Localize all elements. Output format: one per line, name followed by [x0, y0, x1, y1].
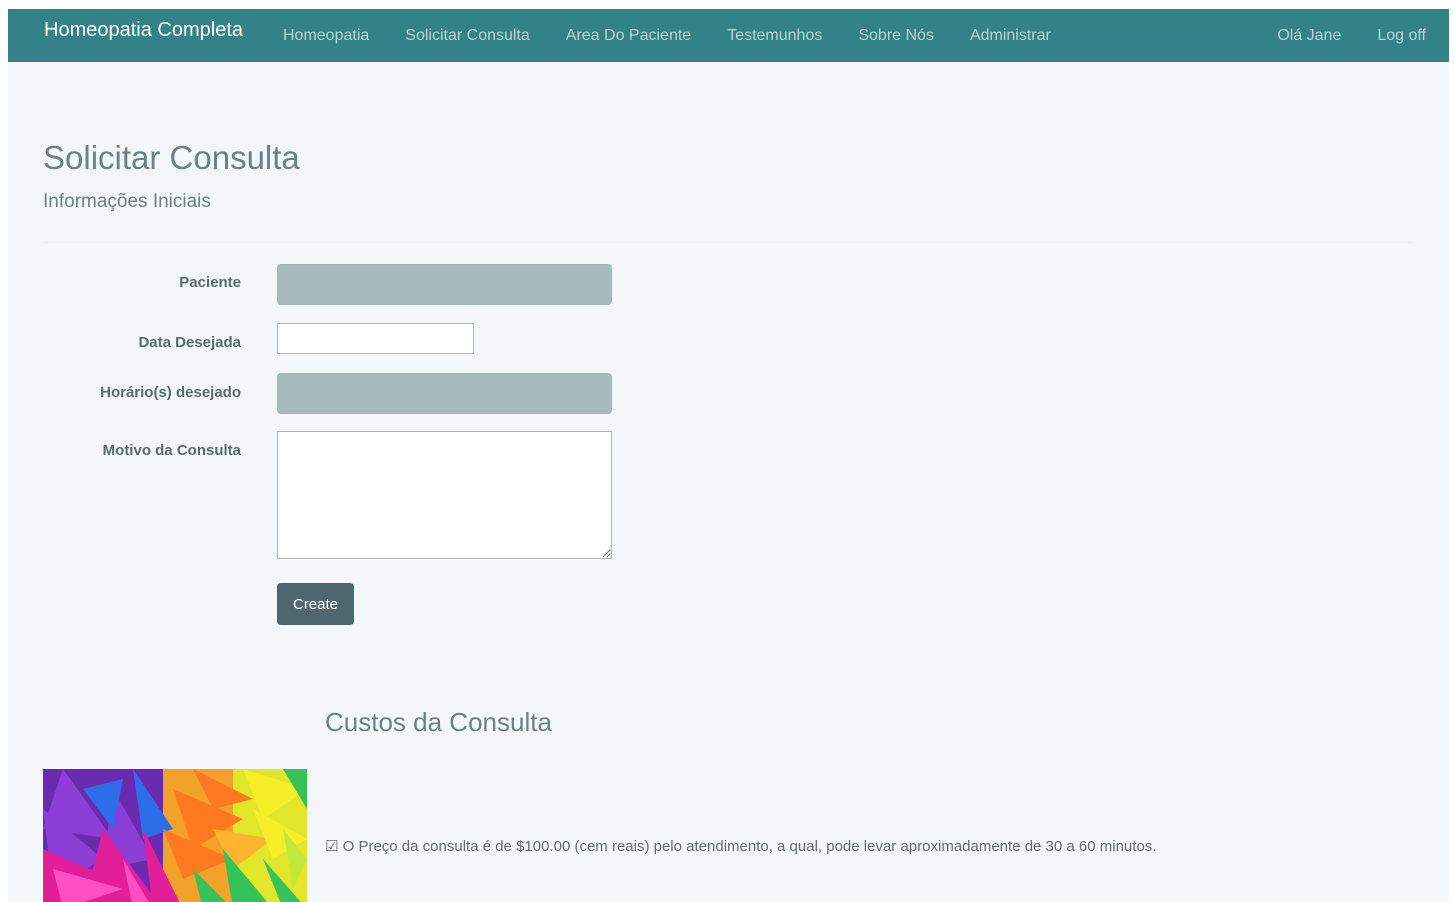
nav-link-sobre-nos[interactable]: Sobre Nós — [858, 27, 934, 44]
flowers-image — [43, 769, 307, 902]
data-desejada-label: Data Desejada — [138, 334, 241, 351]
paciente-label: Paciente — [179, 274, 241, 291]
section-divider — [43, 242, 1413, 243]
page-title: Solicitar Consulta — [43, 139, 300, 176]
motivo-label: Motivo da Consulta — [102, 442, 241, 459]
user-greeting-link[interactable]: Olá Jane — [1277, 27, 1341, 45]
nav-link-solicitar-consulta[interactable]: Solicitar Consulta — [405, 27, 530, 44]
horario-label: Horário(s) desejado — [100, 384, 241, 401]
motivo-textarea[interactable] — [277, 431, 612, 559]
paciente-field[interactable] — [277, 264, 612, 305]
costs-title: Custos da Consulta — [325, 707, 552, 737]
app-window: Homeopatia Completa Homeopatia Solicitar… — [8, 9, 1449, 902]
nav-link-testemunhos[interactable]: Testemunhos — [727, 27, 822, 44]
nav-link-administrar[interactable]: Administrar — [970, 27, 1051, 44]
price-info: ☑ O Preço da consulta é de $100.00 (cem … — [325, 837, 1156, 855]
price-text: O Preço da consulta é de $100.00 (cem re… — [342, 838, 1157, 855]
nav-user-area: Olá Jane Log off — [1277, 9, 1426, 62]
checkbox-icon: ☑ — [325, 838, 339, 855]
nav-link-homeopatia[interactable]: Homeopatia — [283, 27, 369, 44]
nav-link-area-do-paciente[interactable]: Area Do Paciente — [566, 27, 691, 44]
horario-field[interactable] — [277, 373, 612, 414]
brand-link[interactable]: Homeopatia Completa — [44, 19, 243, 42]
data-desejada-field[interactable] — [277, 323, 474, 354]
logoff-link[interactable]: Log off — [1377, 27, 1426, 45]
nav-links: Homeopatia Solicitar Consulta Area Do Pa… — [283, 9, 1087, 62]
page-subtitle: Informações Iniciais — [43, 191, 211, 212]
create-button[interactable]: Create — [277, 583, 354, 625]
navbar: Homeopatia Completa Homeopatia Solicitar… — [8, 9, 1449, 62]
